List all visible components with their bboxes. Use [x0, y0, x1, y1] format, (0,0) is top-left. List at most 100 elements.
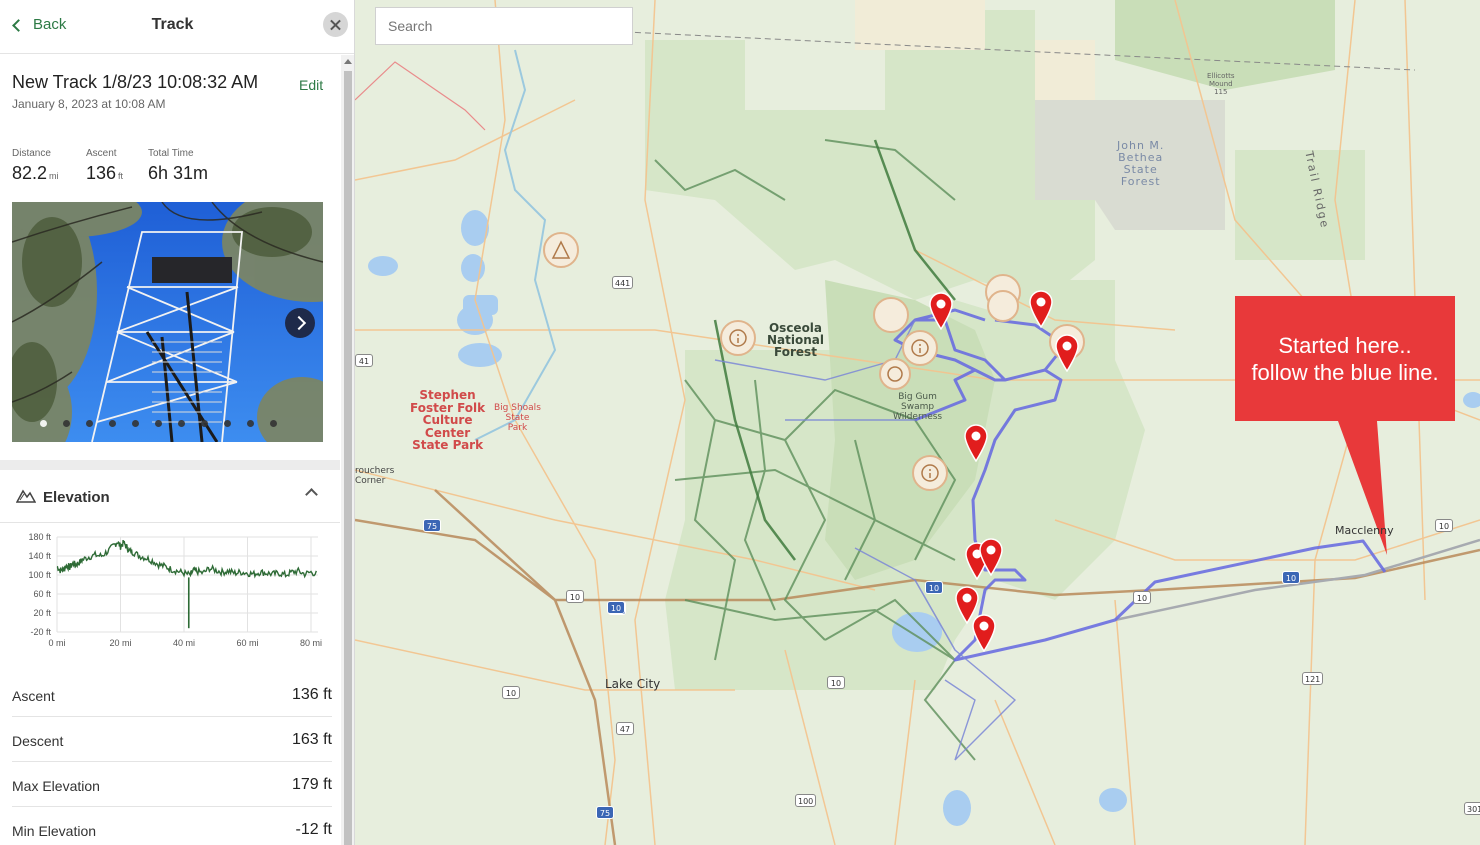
map-pin-icon[interactable] [1054, 334, 1080, 372]
pagination-dot[interactable] [247, 420, 254, 427]
track-sidebar: Back Track New Track 1/8/23 10:08:32 AM … [0, 0, 355, 845]
scrollbar-thumb[interactable] [344, 71, 352, 845]
highway-shield: 47 [616, 722, 634, 735]
elevation-row-ascent: Ascent 136 ft [12, 672, 332, 717]
elevation-row-descent: Descent 163 ft [12, 717, 332, 762]
y-tick-label: 140 ft [28, 551, 51, 561]
sidebar-header: Back Track [0, 0, 354, 54]
section-divider [0, 460, 340, 470]
stat-label: Distance [12, 148, 51, 159]
pagination-dot[interactable] [155, 420, 162, 427]
pagination-dot[interactable] [86, 420, 93, 427]
x-tick-label: 20 mi [109, 638, 131, 648]
next-photo-button[interactable] [285, 308, 315, 338]
x-tick-label: 80 mi [300, 638, 322, 648]
panel-title: Track [151, 16, 194, 33]
map-pin-icon[interactable] [978, 538, 1004, 576]
x-tick-label: 0 mi [48, 638, 65, 648]
map-pin-icon[interactable] [971, 614, 997, 652]
y-tick-label: 100 ft [28, 570, 51, 580]
highway-shield: 100 [795, 794, 817, 807]
highway-shield: 10 [925, 581, 943, 594]
label-ellicotts: Ellicotts Mound 115 [1207, 72, 1235, 96]
stat-label: Total Time [148, 148, 194, 159]
highway-shield: 10 [1133, 591, 1151, 604]
track-name: New Track 1/8/23 10:08:32 AM [12, 72, 259, 92]
row-value: 163 ft [291, 731, 332, 748]
close-icon[interactable] [323, 12, 348, 37]
stat-unit: mi [49, 171, 59, 181]
y-tick-label: 180 ft [28, 532, 51, 542]
mountain-icon [15, 487, 37, 508]
stat-ascent: Ascent 136 ft [86, 148, 123, 184]
scroll-up-arrow-icon[interactable] [344, 59, 352, 64]
map-search-input[interactable] [375, 7, 633, 45]
highway-shield: 10 [1435, 519, 1453, 532]
stat-total-time: Total Time 6h 31m [148, 148, 208, 184]
elevation-row-min: Min Elevation -12 ft [12, 807, 332, 845]
highway-shield: 41 [355, 354, 373, 367]
elevation-title: Elevation [43, 489, 110, 506]
y-tick-label: 60 ft [33, 589, 51, 599]
map-view[interactable]: Started here.. follow the blue line. 441… [355, 0, 1480, 845]
highway-shield: 121 [1302, 672, 1324, 685]
row-label: Min Elevation [12, 823, 97, 839]
highway-shield: 10 [607, 601, 625, 614]
y-tick-label: 20 ft [33, 608, 51, 618]
elevation-row-max: Max Elevation 179 ft [12, 762, 332, 807]
label-osceola: Osceola National Forest [767, 321, 824, 359]
stat-value: 136 [86, 163, 117, 183]
pagination-dot[interactable] [224, 420, 231, 427]
row-label: Descent [12, 733, 64, 749]
label-big-shoals: Big Shoals State Park [494, 403, 541, 433]
pagination-dot[interactable] [270, 420, 277, 427]
chevron-up-icon[interactable] [305, 488, 318, 501]
elevation-chart: 180 ft 140 ft 100 ft 60 ft 20 ft -20 ft 0 mi 20… [0, 525, 340, 655]
pagination-dot[interactable] [40, 420, 47, 427]
track-photo[interactable] [12, 202, 323, 442]
row-value: 179 ft [291, 776, 332, 793]
elevation-section-header[interactable]: Elevation [0, 471, 340, 523]
pagination-dot[interactable] [132, 420, 139, 427]
pagination-dot[interactable] [109, 420, 116, 427]
label-crouchers-corner: rouchers Corner [355, 466, 395, 486]
label-stephen-foster: Stephen Foster Folk Culture Center State… [410, 388, 486, 452]
row-label: Ascent [12, 688, 55, 704]
highway-shield: 10 [827, 676, 845, 689]
stat-value: 6h 31m [148, 163, 209, 183]
y-tick-label: -20 ft [30, 627, 51, 637]
x-tick-label: 40 mi [173, 638, 195, 648]
stat-label: Ascent [86, 148, 117, 159]
track-date: January 8, 2023 at 10:08 AM [12, 97, 166, 111]
highway-shield: 10 [1282, 571, 1300, 584]
map-pin-icon[interactable] [963, 424, 989, 462]
map-pin-icon[interactable] [1028, 290, 1054, 328]
callout-text: Started here.. follow the blue line. [1251, 332, 1439, 385]
edit-button[interactable]: Edit [299, 77, 323, 93]
stat-value: 82.2 [12, 163, 48, 183]
highway-shield: 10 [502, 686, 520, 699]
highway-shield: 10 [566, 590, 584, 603]
sidebar-scrollbar[interactable] [341, 55, 354, 845]
stat-unit: ft [118, 171, 124, 181]
label-big-gum: Big Gum Swamp Wilderness [893, 392, 943, 422]
highway-shield: 441 [612, 276, 634, 289]
pagination-dot[interactable] [63, 420, 70, 427]
row-value: -12 ft [295, 821, 332, 838]
elevation-line [56, 539, 317, 579]
highway-shield: 75 [596, 806, 614, 819]
row-label: Max Elevation [12, 778, 100, 794]
map-pin-icon[interactable] [928, 292, 954, 330]
photo-pagination [40, 420, 277, 427]
label-john-bethea: John M. Bethea State Forest [1117, 139, 1165, 188]
row-value: 136 ft [291, 686, 332, 703]
label-lake-city: Lake City [605, 677, 661, 691]
x-tick-label: 60 mi [237, 638, 259, 648]
highway-shield: 75 [423, 519, 441, 532]
pagination-dot[interactable] [201, 420, 208, 427]
highway-shield: 301 [1464, 802, 1480, 815]
stat-distance: Distance 82.2 mi [12, 148, 59, 184]
pagination-dot[interactable] [178, 420, 185, 427]
app-window: Back Track New Track 1/8/23 10:08:32 AM … [0, 0, 1480, 845]
label-macclenny: Macclenny [1335, 524, 1394, 537]
